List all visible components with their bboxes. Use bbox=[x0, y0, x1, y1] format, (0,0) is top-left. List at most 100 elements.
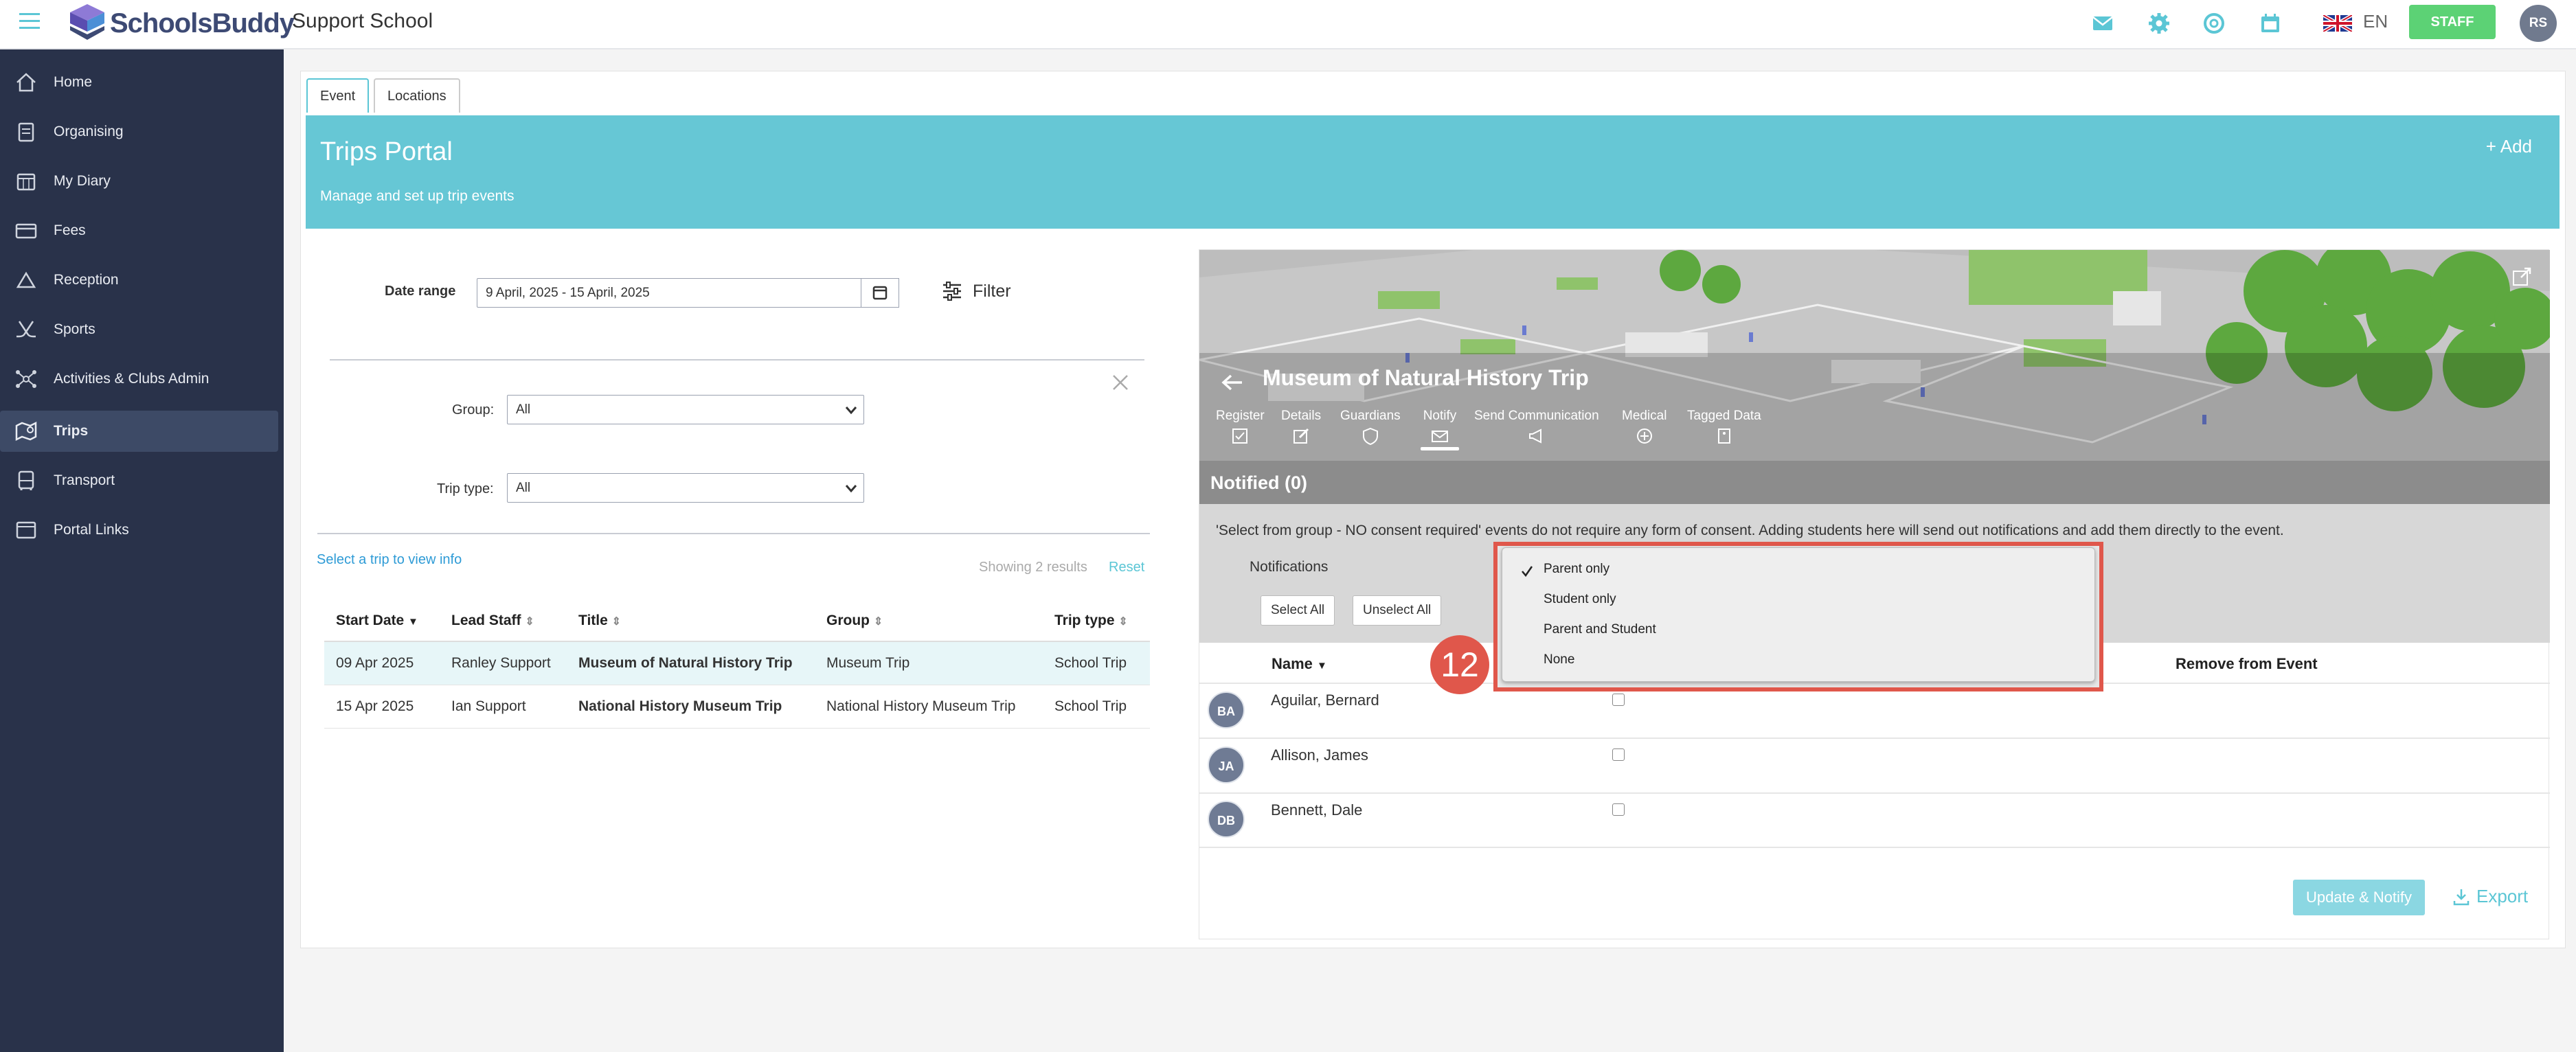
staff-badge[interactable]: STAFF bbox=[2409, 5, 2496, 39]
cell-lead-staff: Ranley Support bbox=[440, 641, 567, 685]
sidebar-item-organising[interactable]: Organising bbox=[0, 111, 278, 152]
dropdown-option-parent-only[interactable]: Parent only bbox=[1544, 562, 1609, 577]
language-selector[interactable]: EN bbox=[2363, 11, 2388, 32]
export-label: Export bbox=[2476, 886, 2529, 906]
sidebar-item-label: Fees bbox=[54, 222, 86, 238]
sidebar-item-my-diary[interactable]: My Diary bbox=[0, 161, 278, 202]
divider bbox=[1199, 847, 2550, 848]
sidebar-item-sports[interactable]: Sports bbox=[0, 309, 278, 350]
gear-icon[interactable] bbox=[2147, 11, 2171, 36]
cell-group: Museum Trip bbox=[815, 641, 1043, 685]
add-button[interactable]: + Add bbox=[2486, 136, 2532, 157]
results-count: Showing 2 results bbox=[979, 560, 1087, 575]
cell-start-date: 15 Apr 2025 bbox=[324, 685, 440, 729]
select-all-button[interactable]: Select All bbox=[1261, 595, 1335, 626]
sidebar-item-label: Reception bbox=[54, 272, 119, 288]
student-checkbox[interactable] bbox=[1612, 748, 1625, 761]
reset-link[interactable]: Reset bbox=[1109, 560, 1144, 575]
sidebar-item-label: My Diary bbox=[54, 173, 111, 189]
cell-title: National History Museum Trip bbox=[567, 685, 815, 729]
page-subtitle: Manage and set up trip events bbox=[320, 188, 515, 204]
sidebar-item-portal-links[interactable]: Portal Links bbox=[0, 510, 278, 551]
sidebar-item-fees[interactable]: Fees bbox=[0, 210, 278, 251]
uk-flag-icon[interactable] bbox=[2323, 15, 2352, 32]
sidebar-item-reception[interactable]: Reception bbox=[0, 260, 278, 301]
notifications-dropdown: Parent only Student only Parent and Stud… bbox=[1493, 542, 2103, 691]
window-icon bbox=[16, 521, 36, 539]
medical-icon bbox=[1636, 428, 1652, 444]
avatar: DB bbox=[1208, 801, 1245, 838]
filter-button[interactable]: Filter bbox=[941, 280, 1011, 302]
divider bbox=[1199, 737, 2550, 739]
table-header-row: Start Date ▼ Lead Staff ⇕ Title ⇕ Group … bbox=[324, 600, 1150, 642]
close-icon[interactable] bbox=[1111, 374, 1129, 391]
calendar-picker-button[interactable] bbox=[861, 278, 899, 308]
mail-icon bbox=[1432, 431, 1448, 442]
clipboard-icon bbox=[18, 122, 34, 142]
page-title: Trips Portal bbox=[320, 137, 453, 166]
megaphone-icon bbox=[1528, 428, 1541, 444]
filter-label: Filter bbox=[973, 281, 1011, 301]
table-row[interactable]: 09 Apr 2025 Ranley Support Museum of Nat… bbox=[324, 641, 1150, 685]
dropdown-option-student-only[interactable]: Student only bbox=[1544, 592, 1616, 607]
sidebar-item-trips[interactable]: Trips bbox=[0, 411, 278, 452]
active-tab-indicator bbox=[1421, 447, 1459, 450]
notified-header: Notified (0) bbox=[1199, 461, 2550, 504]
dropdown-menu: Parent only Student only Parent and Stud… bbox=[1502, 547, 2095, 682]
tab-guardians[interactable]: Guardians bbox=[1340, 409, 1401, 446]
unselect-all-button[interactable]: Unselect All bbox=[1353, 595, 1442, 626]
sidebar-item-home[interactable]: Home bbox=[0, 62, 278, 103]
hockey-icon bbox=[16, 321, 36, 338]
student-name: Bennett, Dale bbox=[1271, 801, 1363, 819]
home-icon bbox=[16, 73, 36, 92]
mail-icon[interactable] bbox=[2090, 11, 2115, 36]
tab-locations[interactable]: Locations bbox=[374, 78, 460, 113]
column-header-name[interactable]: Name ▼ bbox=[1272, 655, 1327, 673]
checkbox-icon bbox=[1232, 428, 1248, 444]
sidebar-item-label: Trips bbox=[54, 423, 89, 439]
top-bar: SchoolsBuddy Support School EN STAFF RS bbox=[0, 0, 2576, 49]
bell-icon bbox=[16, 271, 36, 288]
trip-type-select[interactable]: All bbox=[507, 473, 864, 503]
sidebar-item-label: Transport bbox=[54, 472, 115, 488]
sidebar-item-label: Sports bbox=[54, 321, 95, 337]
menu-icon[interactable] bbox=[16, 10, 44, 33]
column-header-start-date[interactable]: Start Date ▼ bbox=[324, 600, 440, 642]
brand-name[interactable]: SchoolsBuddy bbox=[110, 8, 295, 39]
column-header-trip-type[interactable]: Trip type ⇕ bbox=[1043, 600, 1150, 642]
dropdown-option-none[interactable]: None bbox=[1544, 652, 1574, 667]
tab-register[interactable]: Register bbox=[1216, 409, 1265, 446]
date-range-label: Date range bbox=[385, 284, 456, 299]
column-header-group[interactable]: Group ⇕ bbox=[815, 600, 1043, 642]
tab-tagged-data[interactable]: Tagged Data bbox=[1687, 409, 1761, 446]
edit-icon bbox=[1293, 428, 1309, 444]
date-range-input[interactable]: 9 April, 2025 - 15 April, 2025 bbox=[477, 278, 865, 308]
tab-event[interactable]: Event bbox=[306, 78, 370, 113]
tab-notify[interactable]: Notify bbox=[1421, 409, 1459, 450]
external-link-icon[interactable] bbox=[2511, 266, 2532, 287]
schoolsbuddy-logo-icon[interactable] bbox=[67, 1, 107, 44]
tab-details[interactable]: Details bbox=[1281, 409, 1321, 446]
support-icon[interactable] bbox=[2202, 11, 2226, 36]
sidebar-item-activities[interactable]: Activities & Clubs Admin bbox=[0, 358, 278, 400]
table-row[interactable]: 15 Apr 2025 Ian Support National History… bbox=[324, 685, 1150, 729]
update-notify-button[interactable]: Update & Notify bbox=[2293, 880, 2425, 915]
user-avatar[interactable]: RS bbox=[2520, 5, 2557, 42]
group-select[interactable]: All bbox=[507, 395, 864, 424]
back-arrow-icon[interactable] bbox=[1220, 372, 1245, 393]
shield-icon bbox=[1362, 427, 1378, 446]
sidebar: Home Organising My Diary Fees Reception … bbox=[0, 49, 284, 1052]
sidebar-item-label: Activities & Clubs Admin bbox=[54, 371, 210, 387]
column-header-title[interactable]: Title ⇕ bbox=[567, 600, 815, 642]
student-checkbox[interactable] bbox=[1612, 803, 1625, 816]
sidebar-item-transport[interactable]: Transport bbox=[0, 460, 278, 501]
export-button[interactable]: Export bbox=[2452, 886, 2528, 907]
dropdown-option-parent-and-student[interactable]: Parent and Student bbox=[1544, 622, 1656, 637]
tab-send-communication[interactable]: Send Communication bbox=[1474, 409, 1599, 446]
calendar-icon[interactable] bbox=[2258, 11, 2283, 36]
trip-hero-image: Museum of Natural History Trip Register … bbox=[1199, 250, 2550, 461]
column-header-lead-staff[interactable]: Lead Staff ⇕ bbox=[440, 600, 567, 642]
tab-medical[interactable]: Medical bbox=[1622, 409, 1667, 446]
school-name: Support School bbox=[292, 10, 433, 32]
student-checkbox[interactable] bbox=[1612, 694, 1625, 706]
